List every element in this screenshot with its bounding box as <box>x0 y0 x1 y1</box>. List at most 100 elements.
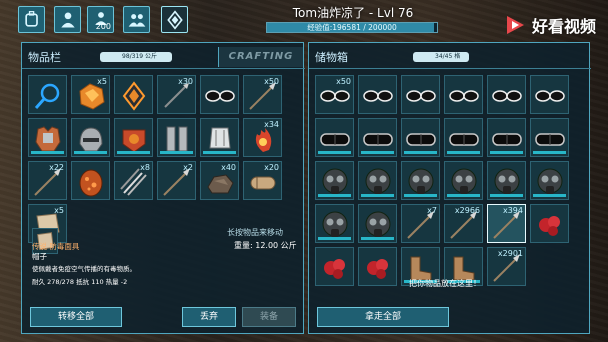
inventory-slot[interactable] <box>28 75 67 114</box>
item-quantity: x7 <box>427 206 437 215</box>
glasses-icon <box>535 90 565 102</box>
item-quantity: x5 <box>97 77 107 86</box>
item-type: 帽子 <box>32 252 47 261</box>
inventory-slot[interactable]: x20 <box>243 161 282 200</box>
storage-slot[interactable] <box>530 75 569 114</box>
player-inventory-panel: 物品栏 98/319 公斤 CRAFTING x5 x30 x50 x34 x22 x8 x… <box>21 42 305 334</box>
storage-slot[interactable] <box>315 247 354 286</box>
red-berry-icon <box>367 259 388 279</box>
goggles-icon <box>406 133 436 146</box>
inventory-slot[interactable]: x8 <box>114 161 153 200</box>
magnifying-glass-icon <box>34 83 60 109</box>
gas-mask-icon <box>322 168 348 194</box>
storage-slot[interactable]: x2966 <box>444 204 483 243</box>
storage-slot[interactable] <box>358 161 397 200</box>
gas-mask-icon <box>365 211 391 237</box>
storage-slot[interactable] <box>358 75 397 114</box>
inventory-slot[interactable] <box>28 118 67 157</box>
storage-slot[interactable] <box>358 247 397 286</box>
glasses-icon <box>449 90 479 102</box>
storage-slot[interactable] <box>487 161 526 200</box>
xp-text: 经验值:196581 / 200000 <box>307 23 397 32</box>
goggles-icon <box>363 133 393 146</box>
item-quantity: x22 <box>49 163 64 172</box>
durability-bar <box>160 151 193 154</box>
storage-slot[interactable] <box>358 204 397 243</box>
inventory-slot[interactable]: x40 <box>200 161 239 200</box>
panel-divider <box>22 68 305 69</box>
durability-bar <box>318 237 351 240</box>
inventory-slot[interactable] <box>200 118 239 157</box>
character-tab-button[interactable] <box>54 6 81 33</box>
chest-armor-icon <box>35 126 61 152</box>
drop-here-hint: 把你物品放在这里！ <box>409 279 481 288</box>
engrams-tab-button[interactable]: 200 <box>87 6 114 33</box>
tribe-tab-button[interactable] <box>123 6 150 33</box>
storage-slot[interactable] <box>315 118 354 157</box>
inventory-slot[interactable] <box>71 161 110 200</box>
storage-slot[interactable] <box>530 118 569 157</box>
goggles-icon <box>320 133 350 146</box>
inventory-slot[interactable]: x30 <box>157 75 196 114</box>
tribe-icon <box>128 13 145 27</box>
storage-slot[interactable]: x7 <box>401 204 440 243</box>
inventory-tab-button[interactable] <box>18 6 45 33</box>
inventory-slot[interactable] <box>71 118 110 157</box>
inventory-slot[interactable] <box>200 75 239 114</box>
equip-button[interactable]: 装备 <box>242 307 296 327</box>
egg-icon <box>79 169 103 197</box>
item-stats: 耐久 278/278 抵抗 110 热量 -2 <box>32 278 128 286</box>
inventory-slot[interactable]: x50 <box>243 75 282 114</box>
storage-slot[interactable] <box>401 75 440 114</box>
inventory-slot[interactable]: x5 <box>71 75 110 114</box>
inventory-slot[interactable]: x2 <box>157 161 196 200</box>
take-all-button[interactable]: 拿走全部 <box>317 307 449 327</box>
item-quantity: x8 <box>140 163 150 172</box>
inventory-slot[interactable] <box>114 75 153 114</box>
inventory-slot[interactable]: x34 <box>243 118 282 157</box>
gas-mask-icon <box>537 168 563 194</box>
drop-button[interactable]: 丢弃 <box>182 307 236 327</box>
inventory-weight-text: 98/319 公斤 <box>122 53 158 60</box>
storage-slot[interactable] <box>530 161 569 200</box>
durability-bar <box>31 151 64 154</box>
item-quantity: x20 <box>264 163 279 172</box>
storage-slot[interactable] <box>530 204 569 243</box>
storage-slot[interactable] <box>487 75 526 114</box>
tab-crafting[interactable]: CRAFTING <box>218 47 303 67</box>
storage-slot[interactable] <box>315 161 354 200</box>
durability-bar <box>318 194 351 197</box>
glasses-icon <box>406 90 436 102</box>
implant-tab-button[interactable] <box>161 6 188 33</box>
inventory-slot[interactable]: x22 <box>28 161 67 200</box>
storage-slot[interactable] <box>444 118 483 157</box>
storage-slot[interactable]: x50 <box>315 75 354 114</box>
storage-slot[interactable]: x394 <box>487 204 526 243</box>
gas-mask-icon <box>365 168 391 194</box>
durability-bar <box>447 194 480 197</box>
storage-slot[interactable] <box>444 75 483 114</box>
gas-mask-icon <box>494 168 520 194</box>
watermark-text: 好看视频 <box>531 17 596 36</box>
durability-bar <box>404 194 437 197</box>
item-quantity: x5 <box>54 206 64 215</box>
storage-slot[interactable]: x2901 <box>487 247 526 286</box>
storage-slot[interactable] <box>358 118 397 157</box>
storage-capacity-text: 34/45 格 <box>435 53 461 60</box>
storage-slot[interactable] <box>487 118 526 157</box>
inventory-slot[interactable] <box>157 118 196 157</box>
storage-slot[interactable] <box>401 118 440 157</box>
durability-bar <box>361 194 394 197</box>
riot-armor-icon <box>122 129 146 153</box>
durability-bar <box>447 151 480 154</box>
gauntlet-icon <box>209 127 231 149</box>
storage-slot[interactable] <box>444 161 483 200</box>
item-quantity: x50 <box>264 77 279 86</box>
glasses-icon <box>492 90 522 102</box>
inventory-slot[interactable] <box>114 118 153 157</box>
storage-slot[interactable] <box>401 161 440 200</box>
transfer-all-button[interactable]: 转移全部 <box>30 307 122 327</box>
item-quantity: x40 <box>221 163 236 172</box>
storage-slot[interactable] <box>315 204 354 243</box>
gas-mask-icon <box>408 168 434 194</box>
